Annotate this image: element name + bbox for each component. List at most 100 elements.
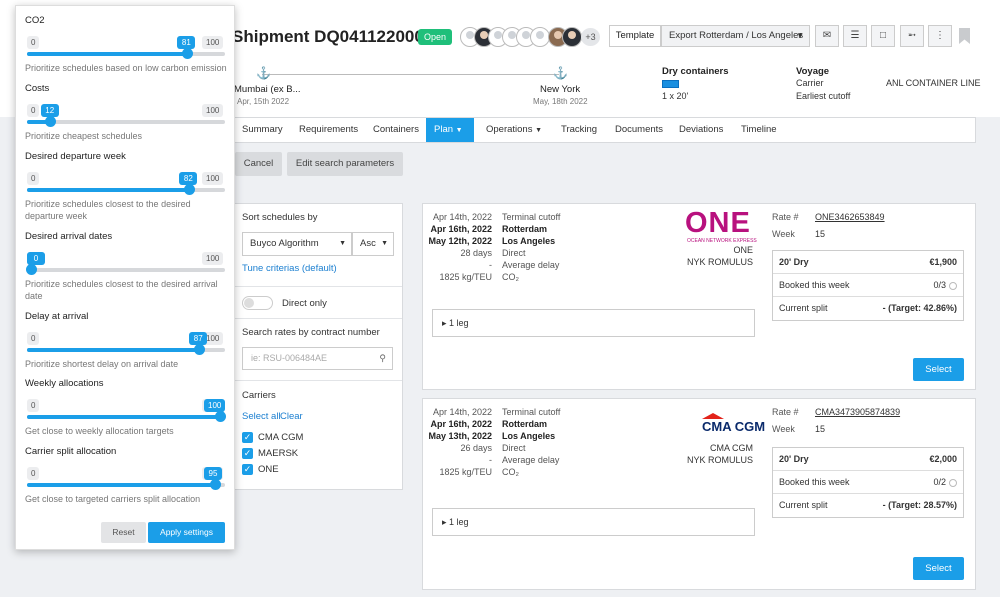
tab-summary[interactable]: Summary	[234, 118, 291, 142]
template-button[interactable]: Template	[609, 25, 661, 47]
avatar[interactable]	[562, 27, 582, 47]
carrier-name: CMA CGM	[709, 443, 753, 453]
rate-number[interactable]: ONE3462653849	[815, 212, 885, 222]
slider-handle[interactable]	[26, 264, 37, 275]
carrier-checkbox[interactable]: ✓	[242, 432, 253, 443]
slider-fill	[27, 348, 200, 352]
booked-label: Booked this week	[779, 280, 850, 290]
slider-handle[interactable]	[45, 116, 57, 127]
slider-track[interactable]	[27, 411, 226, 422]
schedule-info: CO₂	[502, 467, 519, 477]
tab-deviations[interactable]: Deviations	[671, 118, 731, 142]
tab-plan[interactable]: Plan ▼	[426, 118, 474, 142]
slider-value: 81	[177, 36, 196, 49]
slider-fill	[27, 188, 190, 192]
tune-criteria-link[interactable]: Tune criterias (default)	[242, 263, 337, 274]
order-select[interactable]: Asc ▼	[352, 232, 394, 256]
slider-value: 87	[189, 332, 208, 345]
chevron-down-icon: ▼	[796, 31, 804, 40]
avatar[interactable]	[530, 27, 550, 47]
checklist-icon[interactable]: ☰	[843, 25, 867, 47]
apply-settings-button[interactable]: Apply settings	[148, 522, 225, 543]
sort-title: Sort schedules by	[242, 212, 318, 223]
edit-search-button[interactable]: Edit search parameters	[287, 152, 403, 176]
select-button[interactable]: Select	[913, 557, 964, 580]
direct-only-toggle[interactable]	[242, 296, 273, 310]
slider-handle[interactable]	[215, 411, 226, 422]
contract-search-input[interactable]: ie: RSU-006484AE ⚲	[242, 347, 393, 370]
slider-max: 100	[202, 252, 224, 265]
slider-value: 95	[204, 467, 222, 480]
slider-track[interactable]	[27, 48, 225, 59]
slider-track[interactable]	[27, 479, 225, 490]
leg-expander[interactable]: ▸ 1 leg	[432, 508, 755, 536]
price: €1,900	[929, 257, 957, 267]
tab-containers[interactable]: Containers	[365, 118, 427, 142]
more-icon[interactable]: ⋮	[928, 25, 952, 47]
select-button[interactable]: Select	[913, 358, 964, 381]
slider-fill	[27, 415, 225, 419]
carrier-checkbox[interactable]: ✓	[242, 464, 253, 475]
rate-row-split: Current split - (Target: 28.57%)	[773, 494, 963, 517]
slider-track[interactable]	[27, 344, 225, 355]
slider-track[interactable]	[27, 184, 225, 195]
vessel-name: NYK ROMULUS	[686, 455, 753, 465]
export-select[interactable]: Export Rotterdam / Los Angeles ▼	[661, 25, 810, 47]
rate-label: Rate #	[772, 212, 799, 222]
schedule-info: Los Angeles	[502, 431, 556, 441]
document-icon[interactable]: □	[871, 25, 895, 47]
schedule-info: Rotterdam	[502, 419, 548, 429]
slider-track[interactable]	[27, 116, 225, 127]
anchor-icon: ⚓	[553, 66, 568, 80]
slider-track[interactable]	[26, 264, 225, 275]
slider-min: 0	[27, 36, 40, 49]
contract-placeholder: ie: RSU-006484AE	[251, 353, 328, 363]
booked-radio[interactable]	[949, 281, 957, 290]
origin-date: Apr, 15th 2022	[237, 97, 290, 106]
slider-max: 100	[202, 104, 224, 117]
clear-link[interactable]: Clear	[280, 411, 303, 422]
rate-number[interactable]: CMA3473905874839	[815, 407, 900, 417]
filter-title: Weekly allocations	[25, 378, 104, 389]
chevron-down-icon: ▼	[455, 127, 463, 134]
share-icon[interactable]: ➵	[900, 25, 924, 47]
slider-handle[interactable]	[193, 344, 205, 355]
slider-max: 100	[202, 36, 224, 49]
schedule-date: Apr 14th, 2022	[432, 407, 492, 417]
leg-count: 1 leg	[449, 517, 469, 527]
carriers-title: Carriers	[242, 390, 276, 401]
cancel-button[interactable]: Cancel	[235, 152, 282, 176]
more-avatars-badge[interactable]: +3	[581, 28, 600, 46]
tab-timeline[interactable]: Timeline	[733, 118, 785, 142]
split-label: Current split	[779, 500, 828, 510]
anchor-icon: ⚓	[256, 66, 271, 80]
schedule-date: 1825 kg/TEU	[439, 272, 492, 282]
schedule-date: 26 days	[460, 443, 492, 453]
carrier-checkbox[interactable]: ✓	[242, 448, 253, 459]
rate-breakdown: 20' Dry €2,000 Booked this week 0/2 Current …	[772, 447, 964, 518]
slider-value: 0	[27, 252, 45, 265]
leg-expander[interactable]: ▸ 1 leg	[432, 309, 755, 337]
tab-requirements[interactable]: Requirements	[291, 118, 366, 142]
status-badge: Open	[418, 29, 453, 45]
chevron-down-icon: ▼	[381, 240, 388, 247]
booked-count: 0/2	[933, 477, 946, 487]
tab-documents[interactable]: Documents	[607, 118, 671, 142]
select-all-link[interactable]: Select all	[242, 411, 281, 422]
slider-handle[interactable]	[183, 184, 195, 195]
tab-tracking[interactable]: Tracking	[553, 118, 605, 142]
reset-button[interactable]: Reset	[101, 522, 146, 543]
schedule-info: Los Angeles	[502, 236, 556, 246]
slider-handle[interactable]	[209, 479, 221, 490]
schedule-date: May 12th, 2022	[428, 236, 492, 246]
slider-handle[interactable]	[181, 48, 193, 59]
sort-criteria-popover: Reset Apply settings CO2 0 100 81 Prioritize…	[15, 5, 235, 550]
tab-operations[interactable]: Operations ▼	[478, 118, 550, 142]
algorithm-select[interactable]: Buyco Algorithm ▼	[242, 232, 352, 256]
shipment-tabs: Summary Requirements Containers Plan ▼ O…	[232, 117, 976, 143]
split-label: Current split	[779, 303, 828, 313]
comment-icon[interactable]: ✉	[815, 25, 839, 47]
divider	[234, 286, 402, 287]
rate-row-booked: Booked this week 0/3	[773, 274, 963, 297]
booked-radio[interactable]	[949, 478, 957, 487]
